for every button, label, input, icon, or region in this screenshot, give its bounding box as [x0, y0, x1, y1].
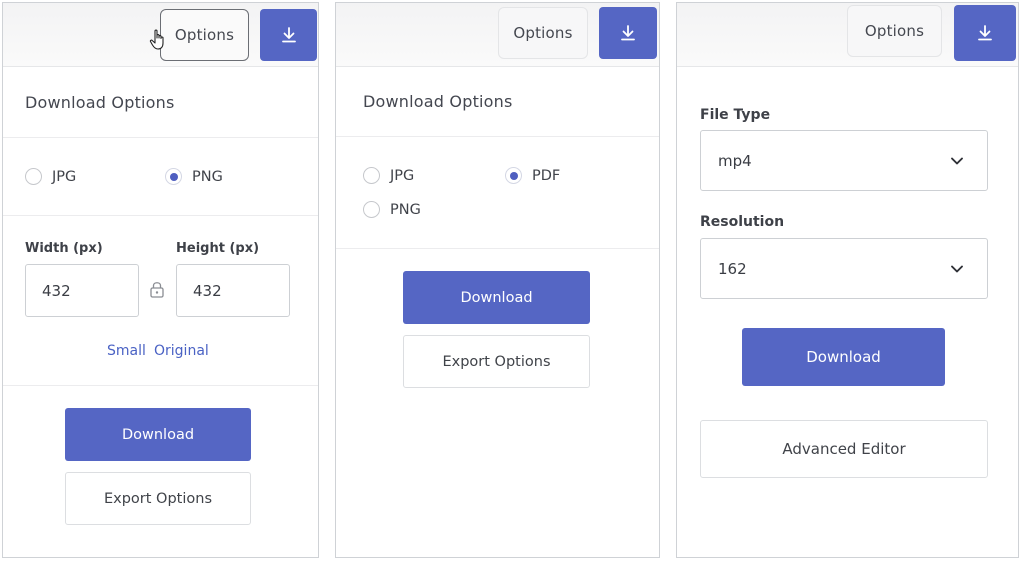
- download-arrow-icon: [281, 27, 296, 43]
- height-label: Height (px): [176, 241, 260, 256]
- format-radio-jpg[interactable]: JPG: [363, 167, 414, 184]
- radio-unchecked-icon: [363, 201, 380, 218]
- download-arrow-icon: [621, 25, 635, 41]
- chevron-down-icon: [951, 157, 963, 164]
- download-options-panel-png: Options Download Options JPG PNG Width (…: [2, 2, 319, 558]
- download-icon-button[interactable]: [599, 7, 657, 59]
- export-options-button[interactable]: Export Options: [65, 472, 251, 525]
- height-input[interactable]: 432: [176, 264, 290, 317]
- radio-unchecked-icon: [25, 168, 42, 185]
- radio-label: JPG: [52, 168, 77, 185]
- panel-title: Download Options: [363, 92, 513, 111]
- hand-cursor-icon: [149, 29, 164, 50]
- size-link-original[interactable]: Original: [154, 343, 209, 359]
- options-button[interactable]: Options: [160, 9, 249, 61]
- file-type-select[interactable]: mp4: [700, 130, 988, 191]
- radio-label: PNG: [192, 168, 223, 185]
- divider: [336, 136, 659, 137]
- export-options-button[interactable]: Export Options: [403, 335, 590, 388]
- chevron-down-icon: [951, 265, 963, 272]
- divider: [336, 248, 659, 249]
- width-label: Width (px): [25, 241, 103, 256]
- resolution-select[interactable]: 162: [700, 238, 988, 299]
- download-icon-button[interactable]: [260, 9, 317, 61]
- format-radio-pdf[interactable]: PDF: [505, 167, 560, 184]
- divider: [3, 137, 318, 138]
- options-button[interactable]: Options: [498, 7, 588, 59]
- divider: [3, 385, 318, 386]
- radio-label: JPG: [390, 167, 415, 184]
- download-icon-button[interactable]: [954, 5, 1016, 61]
- download-arrow-icon: [978, 25, 992, 41]
- format-radio-png[interactable]: PNG: [363, 201, 421, 218]
- lock-icon[interactable]: [149, 280, 165, 298]
- download-options-panel-video: Options File Type mp4 Resolution 162 Dow…: [676, 2, 1019, 558]
- download-options-panel-pdf: Options Download Options JPG PDF PNG Dow…: [335, 2, 660, 558]
- radio-label: PDF: [532, 167, 561, 184]
- download-button[interactable]: Download: [742, 328, 945, 386]
- options-button[interactable]: Options: [847, 5, 942, 57]
- divider: [3, 215, 318, 216]
- file-type-label: File Type: [700, 107, 771, 123]
- radio-label: PNG: [390, 201, 421, 218]
- format-radio-jpg[interactable]: JPG: [25, 168, 76, 185]
- radio-checked-icon: [505, 167, 522, 184]
- resolution-label: Resolution: [700, 214, 785, 230]
- format-radio-png[interactable]: PNG: [165, 168, 223, 185]
- advanced-editor-button[interactable]: Advanced Editor: [700, 420, 988, 478]
- download-button[interactable]: Download: [403, 271, 590, 324]
- download-button[interactable]: Download: [65, 408, 251, 461]
- size-link-small[interactable]: Small: [107, 343, 146, 359]
- width-input[interactable]: 432: [25, 264, 139, 317]
- panel-title: Download Options: [25, 93, 175, 112]
- file-type-value: mp4: [718, 151, 752, 170]
- radio-unchecked-icon: [363, 167, 380, 184]
- radio-checked-icon: [165, 168, 182, 185]
- resolution-value: 162: [718, 259, 747, 278]
